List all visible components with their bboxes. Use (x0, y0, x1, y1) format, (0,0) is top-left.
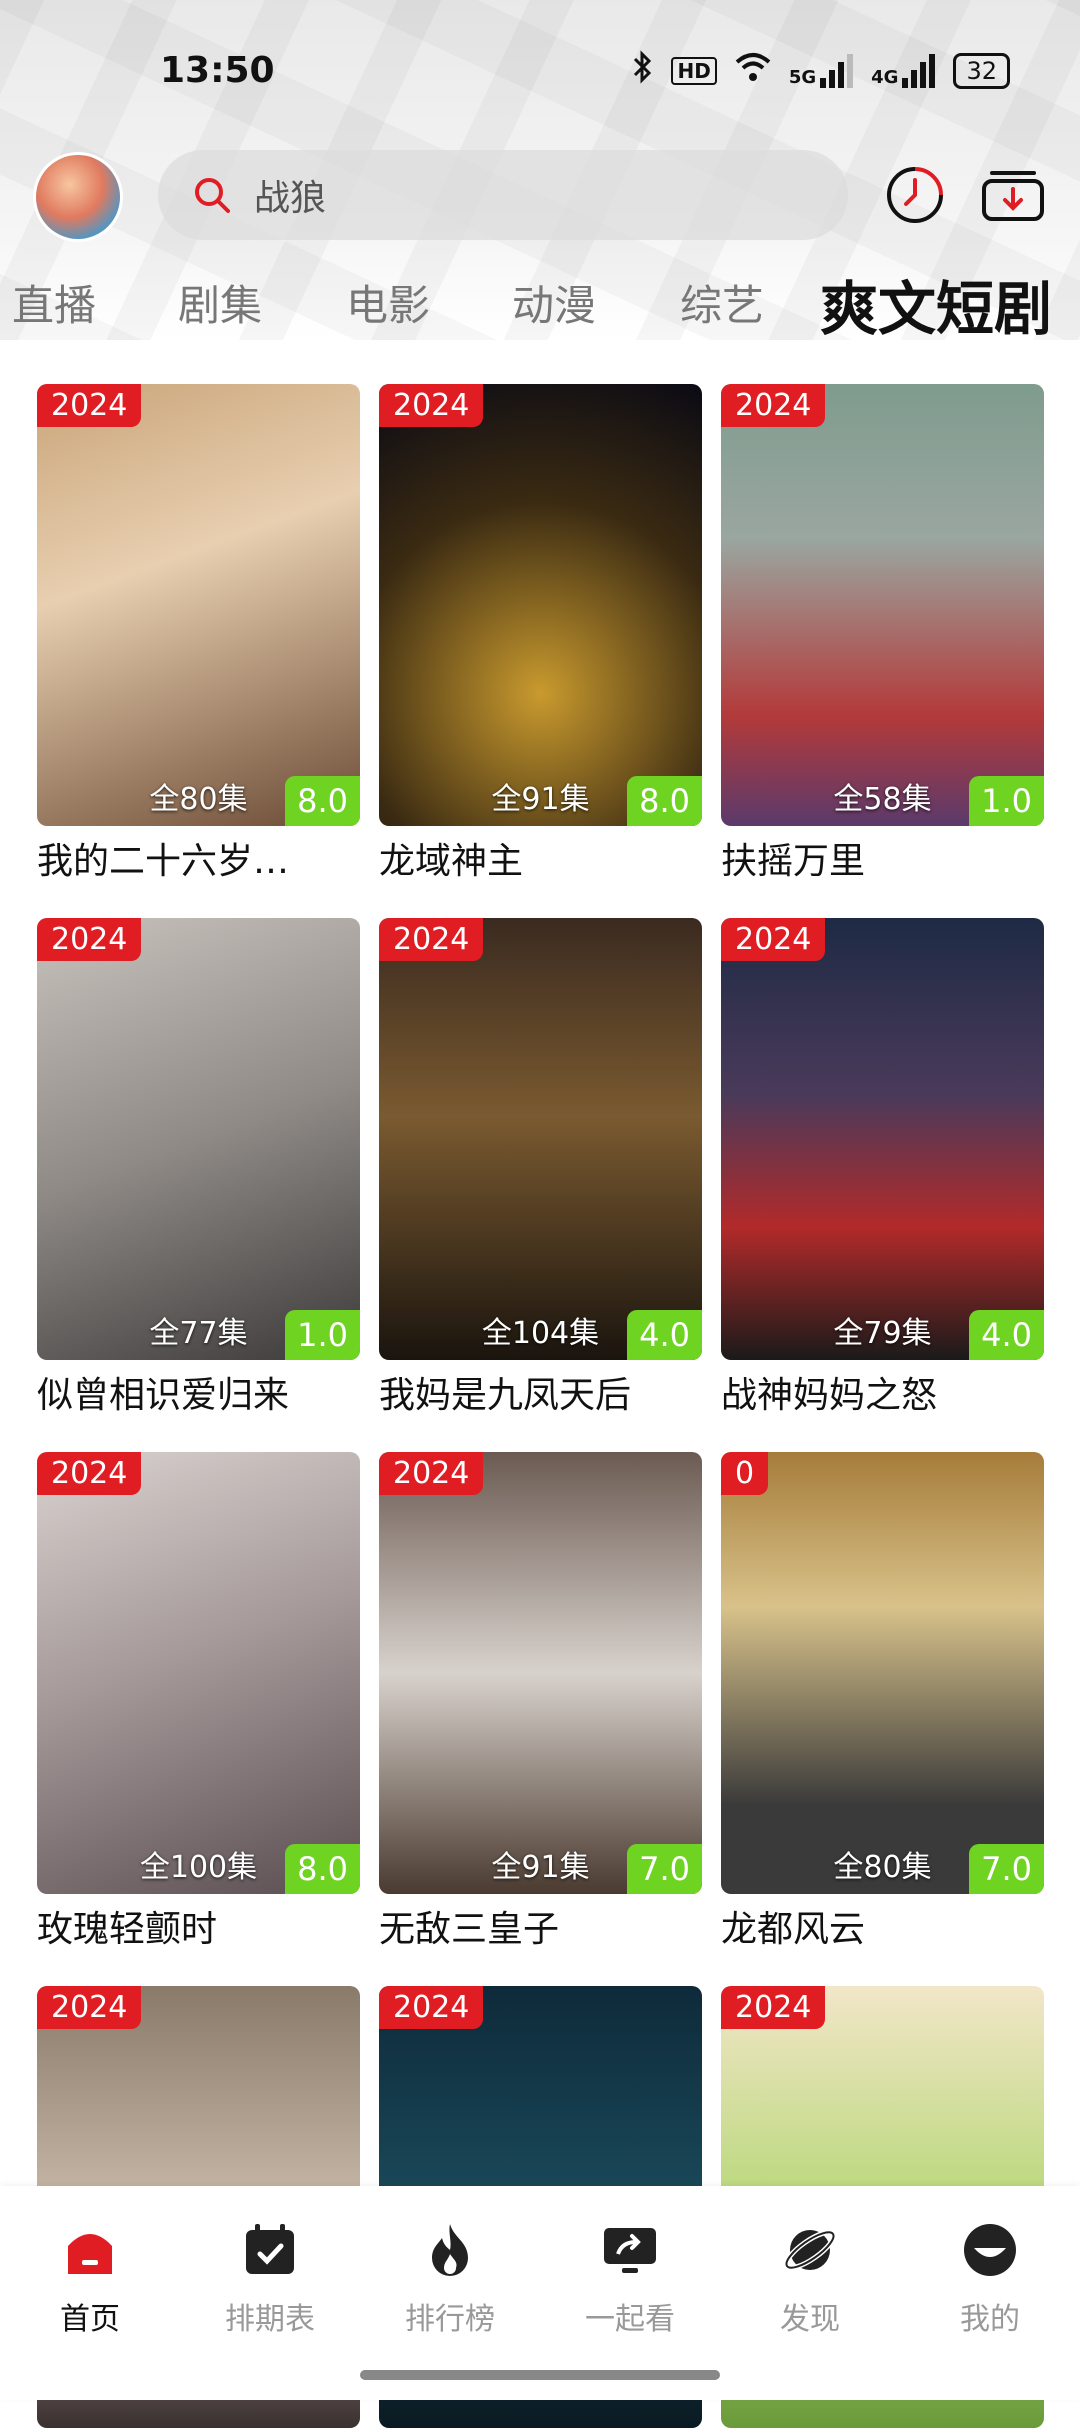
nav-label: 一起看 (585, 2302, 675, 2337)
poster-image: 2024 全104集 4.0 (379, 918, 702, 1360)
planet-icon (783, 2229, 837, 2271)
year-badge: 2024 (721, 1986, 826, 2029)
poster-image: 2024 全91集 7.0 (379, 1452, 702, 1894)
score-badge: 8.0 (285, 776, 360, 826)
score-badge: 4.0 (627, 1310, 702, 1360)
year-badge: 2024 (37, 1452, 142, 1495)
signal-4g-icon: 4G (871, 53, 936, 88)
poster-image: 2024 全80集 8.0 (37, 384, 360, 826)
signal-5g-icon: 5G (789, 53, 854, 88)
battery-icon: 32 (953, 52, 1010, 89)
tab-movies[interactable]: 电影 (346, 272, 430, 333)
status-time: 13:50 (160, 50, 275, 91)
search-bar[interactable] (158, 150, 848, 240)
drama-card[interactable]: 2024 全79集 4.0 战神妈妈之怒 (721, 918, 1044, 1418)
bottom-navigation: 首页 排期表 排行榜 一起看 发现 我的 (0, 2186, 1080, 2400)
drama-card[interactable]: 2024 全80集 8.0 我的二十六岁… (37, 384, 360, 884)
home-icon (68, 2234, 112, 2274)
card-title: 似曾相识爱归来 (37, 1375, 290, 1416)
drama-card[interactable]: 2024 全91集 7.0 无敌三皇子 (379, 1452, 702, 1952)
watch-together-icon (604, 2228, 656, 2273)
status-bar: 13:50 HD 5G 4G 32 (0, 40, 1080, 100)
nav-home[interactable]: 首页 (30, 2220, 150, 2338)
nav-label: 排期表 (225, 2302, 315, 2337)
flame-icon (432, 2224, 468, 2276)
category-tabs: 直播 剧集 电影 动漫 综艺 爽文短剧 (0, 262, 1080, 343)
score-badge: 1.0 (969, 776, 1044, 826)
poster-image: 2024 全77集 1.0 (37, 918, 360, 1360)
download-icon (982, 171, 1044, 221)
poster-image: 2024 全91集 8.0 (379, 384, 702, 826)
drama-card[interactable]: 2024 全58集 1.0 扶摇万里 (721, 384, 1044, 884)
nav-label: 发现 (780, 2302, 840, 2337)
score-badge: 8.0 (285, 1844, 360, 1894)
score-badge: 7.0 (969, 1844, 1044, 1894)
card-title: 龙都风云 (721, 1909, 866, 1950)
home-indicator[interactable] (360, 2370, 720, 2380)
poster-image: 0 全80集 7.0 (721, 1452, 1044, 1894)
tab-variety[interactable]: 综艺 (680, 272, 764, 333)
card-title: 龙域神主 (379, 841, 524, 882)
score-badge: 7.0 (627, 1844, 702, 1894)
score-badge: 1.0 (285, 1310, 360, 1360)
nav-discover[interactable]: 发现 (750, 2220, 870, 2338)
drama-card[interactable]: 2024 全77集 1.0 似曾相识爱归来 (37, 918, 360, 1418)
drama-card[interactable]: 2024 全91集 8.0 龙域神主 (379, 384, 702, 884)
nav-rankings[interactable]: 排行榜 (390, 2220, 510, 2338)
clock-icon (887, 167, 943, 223)
card-title: 我妈是九凤天后 (379, 1375, 632, 1416)
year-badge: 2024 (721, 384, 826, 427)
search-icon (195, 178, 230, 213)
year-badge: 2024 (379, 384, 484, 427)
nav-watch-together[interactable]: 一起看 (570, 2220, 690, 2338)
nav-label: 排行榜 (405, 2302, 495, 2337)
calendar-icon (246, 2224, 294, 2274)
drama-card[interactable]: 2024 全104集 4.0 我妈是九凤天后 (379, 918, 702, 1418)
drama-card[interactable]: 2024 全100集 8.0 玫瑰轻颤时 (37, 1452, 360, 1952)
card-title: 无敌三皇子 (379, 1909, 560, 1950)
year-badge: 2024 (379, 1986, 484, 2029)
score-badge: 4.0 (969, 1310, 1044, 1360)
card-title: 战神妈妈之怒 (721, 1375, 938, 1416)
year-badge: 2024 (379, 918, 484, 961)
history-button[interactable] (880, 160, 950, 230)
tab-short-drama[interactable]: 爽文短剧 (820, 262, 1052, 346)
nav-label: 首页 (60, 2302, 120, 2337)
hd-badge: HD (671, 56, 717, 85)
card-title: 扶摇万里 (721, 841, 866, 882)
year-badge: 2024 (721, 918, 826, 961)
avatar[interactable] (36, 155, 120, 239)
nav-profile[interactable]: 我的 (930, 2220, 1050, 2338)
year-badge: 2024 (37, 918, 142, 961)
year-badge: 0 (721, 1452, 769, 1495)
poster-image: 2024 全79集 4.0 (721, 918, 1044, 1360)
download-button[interactable] (978, 160, 1048, 230)
nav-schedule[interactable]: 排期表 (210, 2220, 330, 2338)
poster-image: 2024 全58集 1.0 (721, 384, 1044, 826)
poster-image: 2024 全100集 8.0 (37, 1452, 360, 1894)
wifi-icon (735, 52, 771, 89)
bluetooth-icon (631, 50, 653, 91)
nav-label: 我的 (960, 2302, 1020, 2337)
search-input[interactable] (252, 173, 816, 217)
profile-icon (964, 2224, 1016, 2276)
year-badge: 2024 (379, 1452, 484, 1495)
score-badge: 8.0 (627, 776, 702, 826)
card-title: 我的二十六岁… (37, 841, 290, 882)
tab-series[interactable]: 剧集 (178, 272, 262, 333)
year-badge: 2024 (37, 1986, 142, 2029)
tab-anime[interactable]: 动漫 (512, 272, 596, 333)
drama-card[interactable]: 0 全80集 7.0 龙都风云 (721, 1452, 1044, 1952)
tab-live[interactable]: 直播 (12, 272, 96, 333)
card-title: 玫瑰轻颤时 (37, 1909, 218, 1950)
year-badge: 2024 (37, 384, 142, 427)
